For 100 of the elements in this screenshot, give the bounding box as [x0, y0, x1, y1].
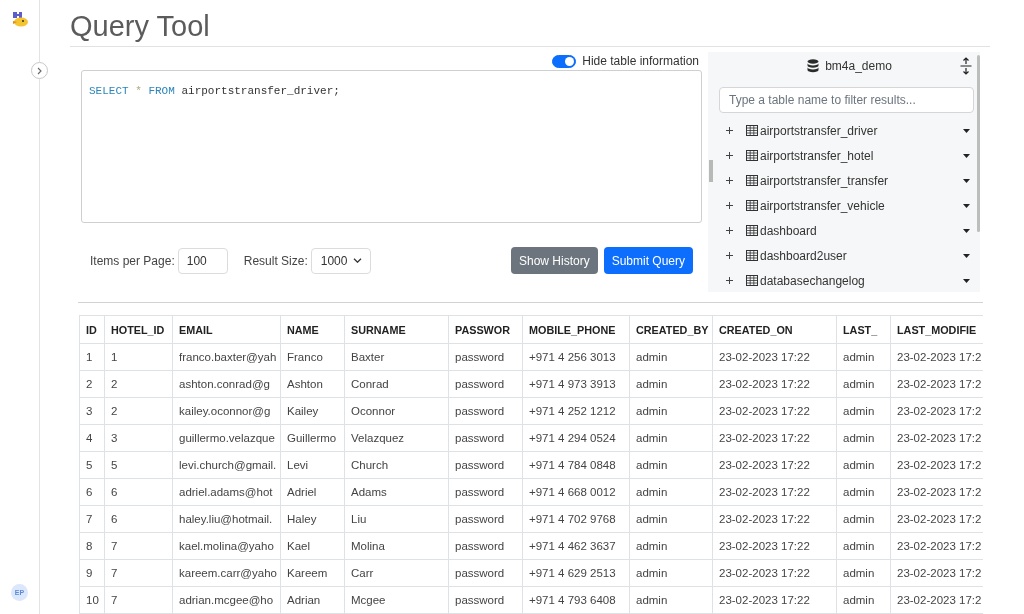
table-cell: Adriel: [280, 478, 345, 506]
table-cell: admin: [836, 532, 891, 560]
table-cell: Haley: [280, 505, 345, 533]
page-title: Query Tool: [70, 8, 990, 47]
table-icon: [746, 125, 758, 136]
column-header: ID: [79, 315, 105, 344]
table-list-item[interactable]: airportstransfer_hotel: [719, 143, 974, 168]
table-cell: admin: [836, 586, 891, 614]
table-cell: password: [448, 532, 523, 560]
table-cell: Carr: [344, 559, 449, 587]
table-cell: +971 4 462 3637: [522, 532, 630, 560]
caret-down-icon[interactable]: [963, 228, 970, 233]
caret-down-icon[interactable]: [963, 253, 970, 258]
table-cell: Adrian: [280, 586, 345, 614]
table-list-item[interactable]: databasechangelog: [719, 268, 974, 292]
table-list-item[interactable]: airportstransfer_vehicle: [719, 193, 974, 218]
table-cell: admin: [836, 478, 891, 506]
table-cell: 7: [104, 559, 173, 587]
table-cell: 4: [79, 424, 105, 452]
caret-down-icon[interactable]: [963, 153, 970, 158]
table-cell: admin: [629, 343, 713, 371]
table-cell: 23-02-2023 17:22: [712, 505, 837, 533]
table-cell: 23-02-2023 17:22: [712, 478, 837, 506]
table-icon: [746, 150, 758, 161]
table-cell: Ashton: [280, 370, 345, 398]
table-cell: 5: [104, 451, 173, 479]
plus-icon[interactable]: [726, 127, 733, 134]
table-cell: admin: [836, 397, 891, 425]
table-cell: Kael: [280, 532, 345, 560]
table-cell: +971 4 793 6408: [522, 586, 630, 614]
table-cell: Church: [344, 451, 449, 479]
table-cell: +971 4 668 0012: [522, 478, 630, 506]
table-cell: 8: [79, 532, 105, 560]
caret-down-icon[interactable]: [963, 278, 970, 283]
plus-icon[interactable]: [726, 202, 733, 209]
table-cell: 2: [104, 370, 173, 398]
column-header: CREATED_BY: [629, 315, 713, 344]
table-cell: 6: [104, 505, 173, 533]
table-filter-field[interactable]: Type a table name to filter results...: [719, 87, 974, 113]
caret-down-icon[interactable]: [963, 128, 970, 133]
scrollbar-thumb[interactable]: [977, 55, 980, 232]
table-cell: password: [448, 397, 523, 425]
table-cell: guillermo.velazque: [172, 424, 281, 452]
chevron-down-icon: [352, 258, 362, 263]
table-list-item[interactable]: airportstransfer_driver: [719, 118, 974, 143]
table-list-item[interactable]: dashboard2user: [719, 243, 974, 268]
sidebar-toggle-button[interactable]: [31, 62, 48, 79]
table-cell: +971 4 629 2513: [522, 559, 630, 587]
table-cell: +971 4 784 0848: [522, 451, 630, 479]
table-cell: levi.church@gmail.: [172, 451, 281, 479]
table-cell: +971 4 256 3013: [522, 343, 630, 371]
table-cell: haley.liu@hotmail.: [172, 505, 281, 533]
table-cell: password: [448, 424, 523, 452]
mascot-logo-icon[interactable]: [10, 10, 29, 28]
table-cell: admin: [629, 532, 713, 560]
column-header: LAST_MODIFIE: [890, 315, 983, 344]
table-cell: admin: [836, 559, 891, 587]
table-list-item[interactable]: dashboard: [719, 218, 974, 243]
table-cell: admin: [629, 505, 713, 533]
table-cell: admin: [836, 370, 891, 398]
plus-icon[interactable]: [726, 277, 733, 284]
column-header: SURNAME: [344, 315, 449, 344]
table-cell: Kareem: [280, 559, 345, 587]
table-cell: 1: [79, 343, 105, 371]
column-header: PASSWOR: [448, 315, 523, 344]
column-header: CREATED_ON: [712, 315, 837, 344]
caret-down-icon[interactable]: [963, 203, 970, 208]
chevron-right-icon: [37, 66, 42, 75]
sort-icon[interactable]: [960, 57, 972, 75]
table-cell: 23-02-2023 17:22: [712, 397, 837, 425]
table-cell: password: [448, 586, 523, 614]
table-list-item[interactable]: airportstransfer_transfer: [719, 168, 974, 193]
table-cell: 1: [104, 343, 173, 371]
query-editor[interactable]: SELECT * FROM airportstransfer_driver;: [81, 70, 702, 223]
table-cell: adrian.mcgee@ho: [172, 586, 281, 614]
table-cell: Kailey: [280, 397, 345, 425]
table-cell: +971 4 973 3913: [522, 370, 630, 398]
plus-icon[interactable]: [726, 227, 733, 234]
submit-query-button[interactable]: Submit Query: [603, 247, 693, 274]
plus-icon[interactable]: [726, 177, 733, 184]
column-header: MOBILE_PHONE: [522, 315, 630, 344]
table-cell: admin: [836, 505, 891, 533]
plus-icon[interactable]: [726, 152, 733, 159]
table-cell: 2: [104, 397, 173, 425]
result-size-select[interactable]: 1000: [310, 247, 371, 274]
plus-icon[interactable]: [726, 252, 733, 259]
table-cell: admin: [836, 343, 891, 371]
table-icon: [746, 225, 758, 236]
items-per-page-field[interactable]: 100: [177, 247, 228, 274]
table-cell: Molina: [344, 532, 449, 560]
table-icon: [746, 175, 758, 186]
table-cell: admin: [629, 424, 713, 452]
toggle-switch[interactable]: [552, 54, 577, 68]
show-history-button[interactable]: Show History: [510, 247, 598, 274]
resize-handle-icon[interactable]: [709, 160, 713, 182]
table-cell: Conrad: [344, 370, 449, 398]
sql-code: SELECT * FROM airportstransfer_driver;: [89, 84, 340, 98]
caret-down-icon[interactable]: [963, 178, 970, 183]
table-icon: [746, 200, 758, 211]
table-cell: 7: [79, 505, 105, 533]
